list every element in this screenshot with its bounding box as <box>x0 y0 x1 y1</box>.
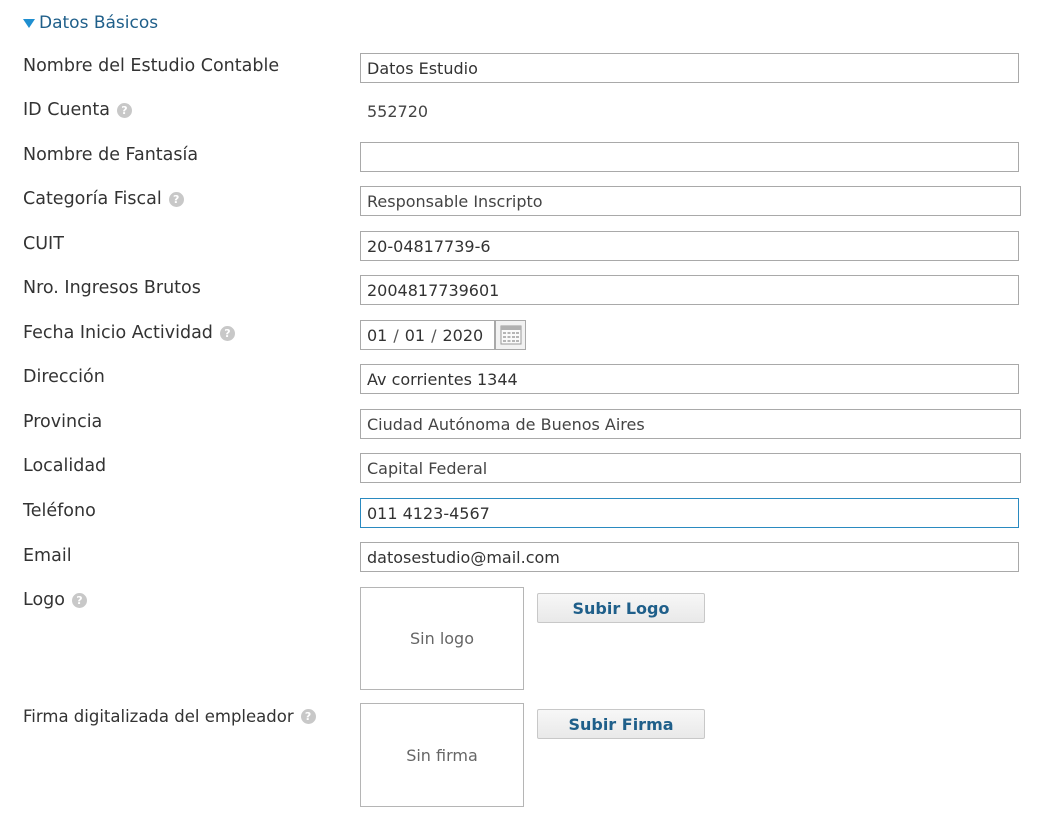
fecha-inicio-input[interactable]: 01 / 01 / 2020 <box>360 320 495 350</box>
question-circle-icon[interactable]: ? <box>116 102 132 118</box>
date-separator: / <box>431 325 437 345</box>
label-text: CUIT <box>23 234 64 254</box>
label-text: Localidad <box>23 456 107 476</box>
label-text: Teléfono <box>23 501 96 521</box>
date-year[interactable]: 2020 <box>443 326 484 345</box>
label-text: Provincia <box>23 412 103 432</box>
provincia-value: Ciudad Autónoma de Buenos Aires <box>367 414 645 434</box>
logo-placeholder: Sin logo <box>409 629 474 648</box>
categoria-fiscal-value: Responsable Inscripto <box>367 191 543 211</box>
date-separator: / <box>393 325 399 345</box>
subir-logo-button[interactable]: Subir Logo <box>537 593 705 623</box>
label-text: Fecha Inicio Actividad <box>23 323 213 343</box>
localidad-select[interactable]: Capital Federal <box>360 453 1021 483</box>
section-title: Datos Básicos <box>39 13 159 33</box>
label-nombre-estudio: Nombre del Estudio Contable <box>23 56 279 76</box>
label-categoria-fiscal: Categoría Fiscal ? <box>23 189 184 209</box>
label-text: Nro. Ingresos Brutos <box>23 278 201 298</box>
label-nombre-fantasia: Nombre de Fantasía <box>23 145 198 165</box>
label-id-cuenta: ID Cuenta ? <box>23 100 132 120</box>
calendar-button[interactable] <box>495 320 526 350</box>
label-fecha-inicio: Fecha Inicio Actividad ? <box>23 323 235 343</box>
question-circle-icon[interactable]: ? <box>71 592 87 608</box>
nombre-estudio-input[interactable] <box>360 53 1019 83</box>
label-text: Logo <box>23 590 65 610</box>
direccion-input[interactable] <box>360 364 1019 394</box>
label-text: Categoría Fiscal <box>23 189 162 209</box>
label-text: ID Cuenta <box>23 100 110 120</box>
provincia-select[interactable]: Ciudad Autónoma de Buenos Aires <box>360 409 1021 439</box>
date-day[interactable]: 01 <box>367 326 387 345</box>
label-text: Firma digitalizada del empleador <box>23 707 294 726</box>
ingresos-brutos-input[interactable] <box>360 275 1019 305</box>
logo-preview: Sin logo <box>360 587 524 690</box>
cuit-input[interactable] <box>360 231 1019 261</box>
localidad-value: Capital Federal <box>367 458 488 478</box>
calendar-icon <box>500 325 521 345</box>
question-circle-icon[interactable]: ? <box>219 325 235 341</box>
firma-preview: Sin firma <box>360 703 524 807</box>
telefono-input[interactable] <box>360 498 1019 528</box>
categoria-fiscal-select[interactable]: Responsable Inscripto <box>360 186 1021 216</box>
id-cuenta-value: 552720 <box>367 102 429 121</box>
section-header-datos-basicos[interactable]: Datos Básicos <box>23 11 158 35</box>
question-circle-icon[interactable]: ? <box>300 709 316 724</box>
label-direccion: Dirección <box>23 367 105 387</box>
label-text: Nombre del Estudio Contable <box>23 56 280 76</box>
label-provincia: Provincia <box>23 412 102 432</box>
label-telefono: Teléfono <box>23 501 96 521</box>
label-firma: Firma digitalizada del empleador ? <box>23 707 316 726</box>
nombre-fantasia-input[interactable] <box>360 142 1019 172</box>
label-cuit: CUIT <box>23 234 64 254</box>
label-email: Email <box>23 546 72 566</box>
label-localidad: Localidad <box>23 456 106 476</box>
question-circle-icon[interactable]: ? <box>168 191 184 207</box>
date-month[interactable]: 01 <box>405 326 425 345</box>
label-text: Nombre de Fantasía <box>23 145 199 165</box>
label-logo: Logo ? <box>23 590 87 610</box>
subir-firma-button[interactable]: Subir Firma <box>537 709 705 739</box>
label-ingresos-brutos: Nro. Ingresos Brutos <box>23 278 201 298</box>
triangle-down-icon <box>23 19 35 28</box>
email-input[interactable] <box>360 542 1019 572</box>
label-text: Dirección <box>23 367 105 387</box>
firma-placeholder: Sin firma <box>406 745 478 765</box>
label-text: Email <box>23 546 72 566</box>
